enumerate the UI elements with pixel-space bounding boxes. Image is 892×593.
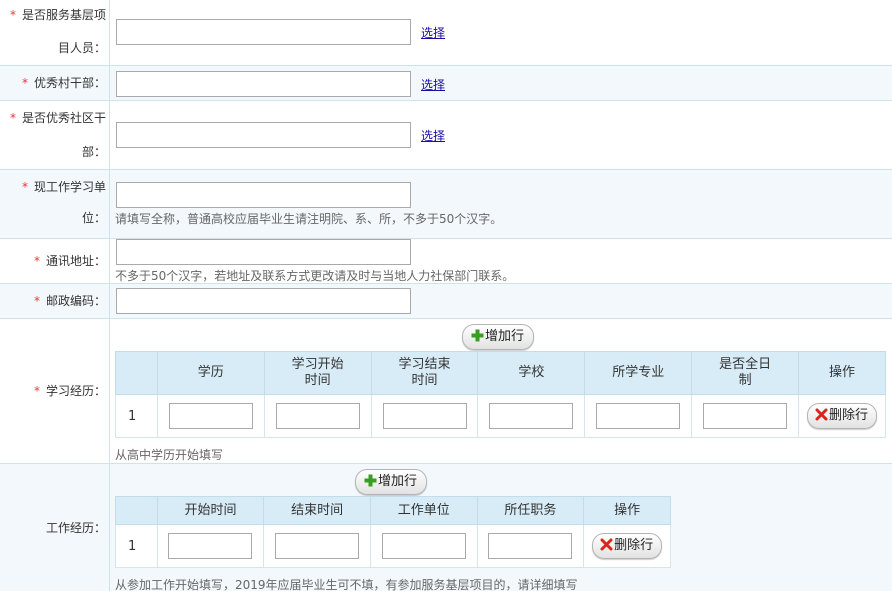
excellent-village-row: * 优秀村干部： 选择 xyxy=(0,66,892,101)
study-add-row-button[interactable]: 增加行 xyxy=(462,324,535,350)
row-index: 1 xyxy=(115,524,158,568)
school-input[interactable] xyxy=(489,403,574,429)
work-table: 开始时间 结束时间 工作单位 所任职务 操作 1 删除行 xyxy=(115,496,671,568)
study-history-row: * 学习经历： 增加行 学历 学习开始 时间 学习结束 时间 学校 所学专业 是否… xyxy=(0,319,892,464)
study-col-school: 学校 xyxy=(477,351,586,395)
work-col-position: 所任职务 xyxy=(476,496,585,525)
postcode-row: * 邮政编码： xyxy=(0,284,892,319)
address-label: * 通讯地址： xyxy=(0,239,110,283)
work-add-row-button[interactable]: 增加行 xyxy=(355,469,428,495)
address-hint: 不多于50个汉字，若地址及联系方式更改请及时与当地人力社保部门联系。 xyxy=(115,269,515,283)
excellent-community-label: * 是否优秀社区干 部： xyxy=(0,101,110,169)
study-history-label: * 学习经历： xyxy=(0,319,110,463)
work-unit-cell-input[interactable] xyxy=(381,533,466,559)
work-delete-row-button[interactable]: 删除行 xyxy=(592,533,663,559)
required-star: * xyxy=(33,384,40,398)
service-base-input[interactable] xyxy=(116,19,411,45)
work-unit-hint: 请填写全称，普通高校应届毕业生请注明院、系、所，不多于50个汉字。 xyxy=(115,212,503,226)
postcode-label: * 邮政编码： xyxy=(0,284,110,318)
major-input[interactable] xyxy=(596,403,681,429)
excellent-community-input[interactable] xyxy=(116,122,411,148)
study-col-end: 学习结束 时间 xyxy=(370,351,479,395)
required-star: * xyxy=(21,76,28,90)
service-base-select-link[interactable]: 选择 xyxy=(421,24,445,41)
excellent-village-label: * 优秀村干部： xyxy=(0,66,110,100)
fulltime-input[interactable] xyxy=(703,403,788,429)
service-base-row: * 是否服务基层项 目人员： 选择 xyxy=(0,0,892,66)
study-table: 学历 学习开始 时间 学习结束 时间 学校 所学专业 是否全日 制 操作 1 删… xyxy=(115,351,886,438)
work-start-input[interactable] xyxy=(168,533,253,559)
work-col-start: 开始时间 xyxy=(156,496,265,525)
work-col-action: 操作 xyxy=(583,496,671,525)
end-time-input[interactable] xyxy=(382,403,467,429)
study-col-start: 学习开始 时间 xyxy=(263,351,372,395)
study-col-action: 操作 xyxy=(798,351,886,395)
start-time-input[interactable] xyxy=(275,403,360,429)
work-col-unit: 工作单位 xyxy=(369,496,478,525)
table-row: 1 删除行 xyxy=(115,394,886,438)
study-delete-row-button[interactable]: 删除行 xyxy=(807,403,878,429)
degree-input[interactable] xyxy=(168,403,253,429)
address-input[interactable] xyxy=(116,239,411,265)
work-unit-input[interactable] xyxy=(116,182,411,208)
plus-icon xyxy=(364,474,377,487)
study-col-major: 所学专业 xyxy=(584,351,693,395)
excellent-village-select-link[interactable]: 选择 xyxy=(421,76,445,93)
required-star: * xyxy=(33,254,40,268)
excellent-village-input[interactable] xyxy=(116,71,411,97)
service-base-label: * 是否服务基层项 目人员： xyxy=(0,0,110,65)
work-unit-label: * 现工作学习单 位： xyxy=(0,170,110,238)
study-table-header: 学历 学习开始 时间 学习结束 时间 学校 所学专业 是否全日 制 操作 xyxy=(115,351,886,395)
study-hint: 从高中学历开始填写 xyxy=(115,448,224,462)
table-row: 1 删除行 xyxy=(115,524,671,568)
work-unit-row: * 现工作学习单 位： 请填写全称，普通高校应届毕业生请注明院、系、所，不多于50… xyxy=(0,170,892,239)
row-index: 1 xyxy=(115,394,158,438)
study-col-degree: 学历 xyxy=(156,351,265,395)
plus-icon xyxy=(471,329,484,342)
required-star: * xyxy=(33,294,40,308)
work-position-input[interactable] xyxy=(488,533,573,559)
work-table-header: 开始时间 结束时间 工作单位 所任职务 操作 xyxy=(115,496,671,525)
excellent-community-row: * 是否优秀社区干 部： 选择 xyxy=(0,101,892,170)
work-col-end: 结束时间 xyxy=(263,496,371,525)
delete-x-icon xyxy=(600,538,613,551)
work-history-label: 工作经历： xyxy=(0,464,110,591)
study-col-fulltime: 是否全日 制 xyxy=(691,351,800,395)
required-star: * xyxy=(9,111,16,125)
postcode-input[interactable] xyxy=(116,288,411,314)
required-star: * xyxy=(21,180,28,194)
delete-x-icon xyxy=(815,408,828,421)
excellent-community-select-link[interactable]: 选择 xyxy=(421,127,445,144)
work-history-row: 工作经历： 增加行 开始时间 结束时间 工作单位 所任职务 操作 1 删除行 从… xyxy=(0,464,892,592)
work-hint: 从参加工作开始填写，2019年应届毕业生可不填，有参加服务基层项目的，请详细填写 xyxy=(115,578,578,592)
address-row: * 通讯地址： 不多于50个汉字，若地址及联系方式更改请及时与当地人力社保部门联系… xyxy=(0,239,892,284)
required-star: * xyxy=(9,8,16,22)
work-end-input[interactable] xyxy=(275,533,360,559)
